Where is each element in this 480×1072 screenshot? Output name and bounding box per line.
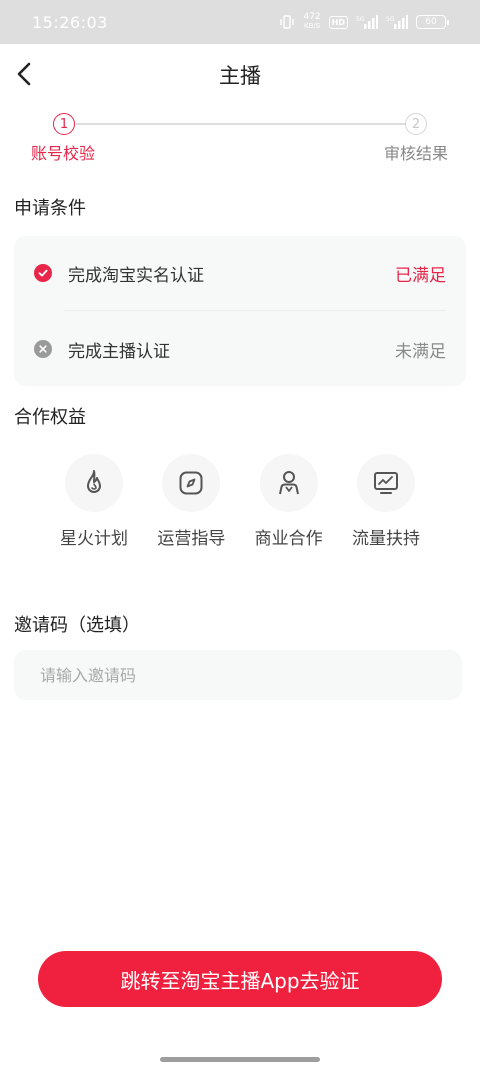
trend-chart-icon — [356, 454, 415, 512]
jump-to-taobao-anchor-button[interactable]: 跳转至淘宝主播App去验证 — [38, 951, 442, 1007]
net-speed: 472 KB/S — [303, 13, 320, 31]
invite-section-title: 邀请码（选填） — [14, 615, 140, 636]
condition-text: 完成淘宝实名认证 — [68, 265, 204, 286]
battery-level: 60 — [425, 17, 437, 27]
flame-icon — [65, 454, 123, 512]
benefits-list: 星火计划 运营指导 商业合作 流量扶持 — [46, 454, 434, 549]
signal-5g-secondary-icon: 5G — [386, 14, 408, 30]
conditions-section-title: 申请条件 — [14, 198, 86, 219]
nav-bar: 主播 — [0, 44, 480, 104]
condition-status-met: 已满足 — [395, 265, 446, 286]
benefit-item[interactable]: 商业合作 — [241, 454, 337, 549]
close-circle-icon — [34, 340, 52, 358]
vibrate-icon — [279, 15, 295, 29]
benefit-label: 流量扶持 — [351, 529, 420, 549]
page-title: 主播 — [219, 64, 261, 88]
signal-5g-icon: 5G — [356, 14, 378, 30]
step-2-indicator: 2 — [405, 113, 427, 135]
stepper-line — [76, 123, 406, 125]
condition-row-realname: 完成淘宝实名认证 已满足 — [14, 236, 466, 310]
battery-icon: 60 — [416, 15, 449, 29]
svg-text:5G: 5G — [356, 16, 365, 23]
condition-status-unmet: 未满足 — [395, 341, 446, 362]
status-icons: 472 KB/S HD 5G 5G 60 — [279, 13, 449, 31]
invite-code-input[interactable] — [14, 650, 462, 700]
benefit-item[interactable]: 运营指导 — [143, 454, 239, 549]
condition-text: 完成主播认证 — [68, 341, 170, 362]
benefit-label: 运营指导 — [157, 529, 226, 549]
conditions-card: 完成淘宝实名认证 已满足 完成主播认证 未满足 — [14, 236, 466, 386]
step-1-indicator: 1 — [53, 113, 75, 135]
net-speed-value: 472 — [303, 12, 321, 22]
compass-icon — [162, 454, 221, 512]
net-speed-unit: KB/S — [303, 22, 321, 30]
benefit-label: 商业合作 — [254, 529, 323, 549]
business-person-icon — [259, 454, 318, 512]
svg-text:5G: 5G — [386, 16, 395, 23]
benefit-label: 星火计划 — [60, 529, 128, 549]
benefit-item[interactable]: 星火计划 — [46, 454, 142, 549]
benefits-section-title: 合作权益 — [14, 407, 86, 428]
check-circle-icon — [34, 264, 52, 282]
condition-row-anchor: 完成主播认证 未满足 — [14, 312, 466, 386]
step-1-label: 账号校验 — [31, 144, 96, 163]
status-bar: 15:26:03 472 KB/S HD 5G 5G 60 — [0, 0, 480, 44]
divider — [64, 310, 446, 311]
status-time: 15:26:03 — [32, 12, 108, 32]
home-indicator[interactable] — [160, 1057, 320, 1062]
hd-badge: HD — [328, 15, 348, 29]
benefit-item[interactable]: 流量扶持 — [338, 454, 434, 549]
step-2-label: 审核结果 — [384, 144, 449, 163]
